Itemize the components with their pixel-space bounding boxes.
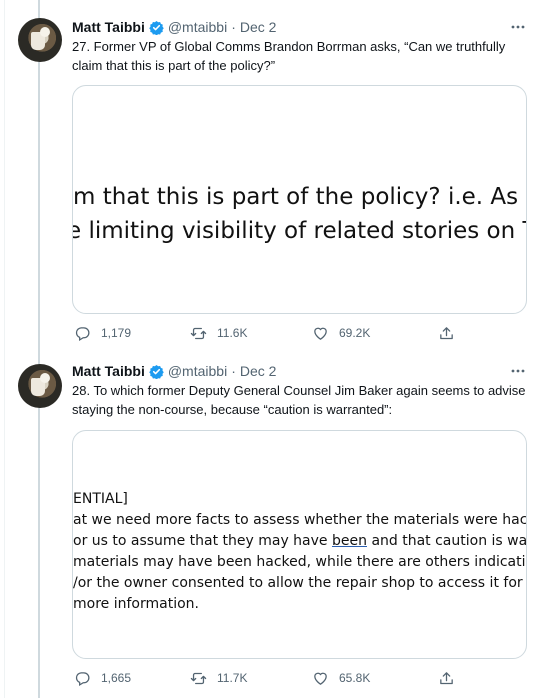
like-count: 65.8K (339, 671, 371, 685)
more-icon[interactable] (508, 361, 528, 381)
media-text-line: ENTIAL] (73, 491, 128, 507)
share-button[interactable] (438, 668, 465, 688)
media-text-line: e limiting visibility of related stories… (73, 218, 527, 244)
author-name[interactable]: Matt Taibbi (72, 19, 145, 35)
share-icon (440, 671, 453, 684)
author-avatar[interactable] (18, 18, 62, 62)
tweet-date[interactable]: Dec 2 (240, 19, 277, 35)
like-button[interactable]: 65.8K (312, 668, 370, 688)
tweet-text: 27. Former VP of Global Comms Brandon Bo… (72, 39, 506, 73)
reply-icon (75, 671, 90, 686)
verified-badge-icon (149, 364, 164, 379)
author-handle[interactable]: @mtaibbi (168, 363, 227, 379)
retweet-icon (190, 672, 207, 684)
media-text-line: materials may have been hacked, while th… (73, 554, 526, 570)
author-avatar[interactable] (18, 364, 62, 408)
share-icon (440, 326, 453, 339)
tweet-date[interactable]: Dec 2 (240, 363, 277, 379)
more-icon[interactable] (508, 17, 528, 37)
verified-badge-icon (149, 20, 164, 35)
like-icon (314, 672, 327, 685)
reply-icon (75, 326, 90, 341)
tweet-28[interactable]: Matt Taibbi @mtaibbi · Dec 2 28. To whic… (0, 350, 542, 698)
tweet-header: Matt Taibbi @mtaibbi · Dec 2 (72, 17, 276, 37)
tweet-27[interactable]: Matt Taibbi @mtaibbi · Dec 2 27. Former … (0, 0, 542, 350)
separator-dot: · (231, 19, 236, 35)
tweet-header: Matt Taibbi @mtaibbi · Dec 2 (72, 361, 276, 381)
media-text-line: or us to assume that they may have been … (73, 533, 527, 549)
media-text-line: more information. (73, 596, 199, 612)
media-text-line: /or the owner consented to allow the rep… (73, 575, 523, 591)
reply-count: 1,665 (101, 671, 132, 685)
author-handle[interactable]: @mtaibbi (168, 19, 227, 35)
retweet-icon (190, 327, 207, 339)
like-count: 69.2K (339, 326, 371, 340)
like-button[interactable]: 69.2K (312, 323, 370, 343)
retweet-count: 11.6K (217, 326, 248, 340)
media-text-line: m that this is part of the policy? i.e. … (73, 184, 527, 210)
like-icon (314, 327, 327, 340)
tweet-text: 28. To which former Deputy General Couns… (72, 383, 526, 417)
tweet-actions: 1,665 11.7K 65.8K (72, 668, 472, 688)
share-button[interactable] (438, 323, 465, 343)
separator-dot: · (231, 363, 236, 379)
tweet-media-image[interactable]: m that this is part of the policy? i.e. … (72, 85, 527, 314)
tweet-media-image[interactable]: ENTIAL] at we need more facts to assess … (72, 430, 527, 659)
media-text-line: at we need more facts to assess whether … (73, 512, 527, 528)
author-name[interactable]: Matt Taibbi (72, 363, 145, 379)
retweet-count: 11.7K (217, 671, 248, 685)
reply-button[interactable]: 1,179 (74, 323, 131, 343)
retweet-button[interactable]: 11.7K (190, 668, 247, 688)
reply-count: 1,179 (101, 326, 132, 340)
retweet-button[interactable]: 11.6K (190, 323, 247, 343)
reply-button[interactable]: 1,665 (74, 668, 131, 688)
tweet-actions: 1,179 11.6K 69.2K (72, 323, 472, 343)
